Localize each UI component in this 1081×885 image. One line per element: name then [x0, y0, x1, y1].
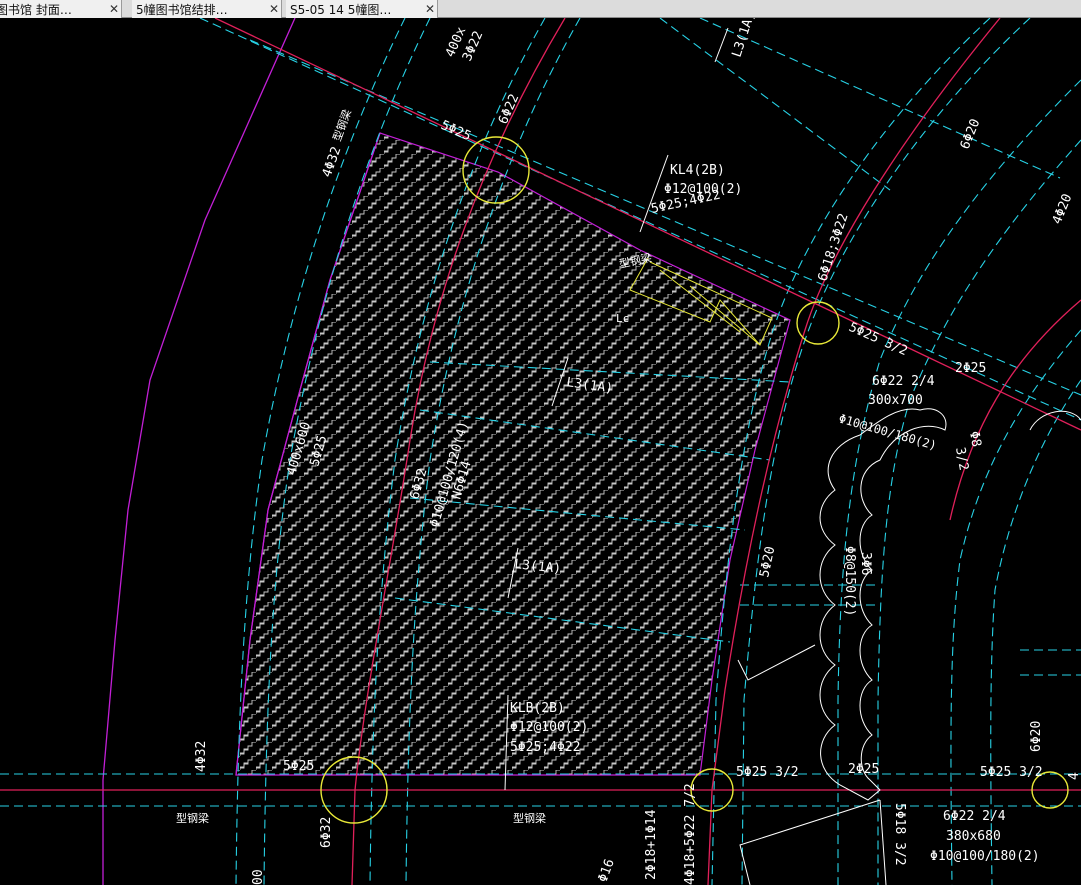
- label-top-5p25: 5Φ25: [438, 118, 473, 144]
- close-icon[interactable]: ✕: [423, 2, 437, 16]
- label-bottom-5p18: 5Φ18 3/2: [892, 803, 907, 866]
- tab-structural-layout[interactable]: 5幢图书馆结排… ✕: [132, 0, 282, 18]
- label-steel-beam-tl: 型钢梁: [330, 107, 354, 143]
- tab-s5-05-drawing[interactable]: S5-05 14 5幢图… ✕: [286, 0, 438, 18]
- label-top-6p22: 6Φ22: [496, 92, 522, 127]
- label-steel-beam-bl: 型钢梁: [176, 811, 209, 825]
- label-bottom-4p32: 4Φ32: [194, 741, 209, 772]
- label-bottom-4: 4: [1067, 772, 1081, 780]
- label-lc: Lc: [616, 312, 629, 325]
- label-right-5p25: 5Φ25 3/2: [846, 320, 909, 359]
- label-klb-title: KLB(2B): [510, 701, 565, 716]
- label-bottom-5p25-32b: 5Φ25 3/2: [980, 765, 1043, 780]
- label-r2-6p22: 6Φ22 2/4: [872, 374, 935, 389]
- label-bottom-5p25-32: 5Φ25 3/2: [736, 765, 799, 780]
- column-right: [796, 301, 840, 345]
- label-bottom-2p25: 2Φ25: [848, 762, 879, 777]
- label-r2-2p25: 2Φ25: [955, 361, 986, 376]
- label-right-stirrup-v: Φ8@150(2): [842, 546, 857, 616]
- document-tab-bar: 图书馆 封面… ✕ 5幢图书馆结排… ✕ S5-05 14 5幢图… ✕: [0, 0, 1081, 18]
- label-bottom-6p22: 6Φ22 2/4: [943, 809, 1006, 824]
- tab-label: S5-05 14 5幢图…: [290, 2, 392, 17]
- label-right-4p20: 4Φ20: [1050, 192, 1076, 227]
- label-bottom-4p18: 4Φ18+5Φ22 7/2: [683, 783, 698, 885]
- label-bottom-p16: Φ16: [596, 857, 618, 884]
- label-l3-top: L3(1A): [730, 18, 759, 59]
- label-r2-p8: Φ8: [966, 430, 983, 448]
- label-bottom-6p32: 6Φ32: [319, 817, 334, 848]
- cad-viewer-window: 图书馆 封面… ✕ 5幢图书馆结排… ✕ S5-05 14 5幢图… ✕ L3(…: [0, 0, 1081, 885]
- label-r2-300x700: 300x700: [868, 393, 923, 408]
- label-r2-stirrup: Φ10@100/180(2): [837, 411, 938, 452]
- drawing-canvas[interactable]: L3(1A) 400x 3Φ22 型钢梁 4Φ32 5Φ25 6Φ22 KL4(…: [0, 18, 1081, 885]
- label-left-4p32: 4Φ32: [320, 145, 345, 180]
- label-bottom-6p20: 6Φ20: [1029, 721, 1044, 752]
- label-steel-beam-bm: 型钢梁: [513, 811, 546, 825]
- label-klb-main: 5Φ25;4Φ22: [510, 740, 580, 755]
- label-bottom-stirrup: Φ10@100/180(2): [930, 849, 1040, 864]
- label-klb-stirrup: Φ12@100(2): [510, 720, 588, 735]
- close-icon[interactable]: ✕: [267, 2, 281, 16]
- tab-drawing-cover[interactable]: 图书馆 封面… ✕: [0, 0, 122, 18]
- label-r2-32: 3/2: [952, 446, 971, 472]
- tab-label: 图书馆 封面…: [0, 2, 72, 17]
- label-right-3p6: 3Φ6: [858, 552, 873, 575]
- tab-label: 5幢图书馆结排…: [136, 2, 228, 17]
- label-bottom-00: 00: [251, 869, 266, 885]
- label-bottom-380x680: 380x680: [946, 829, 1001, 844]
- label-bottom-2p18: 2Φ18+1Φ14: [644, 809, 659, 880]
- label-right-5p20: 5Φ20: [757, 545, 778, 579]
- close-icon[interactable]: ✕: [107, 2, 121, 16]
- label-right-6p20: 6Φ20: [958, 117, 984, 152]
- label-kl4-title: KL4(2B): [670, 163, 725, 178]
- label-bottom-5p25: 5Φ25: [283, 759, 314, 774]
